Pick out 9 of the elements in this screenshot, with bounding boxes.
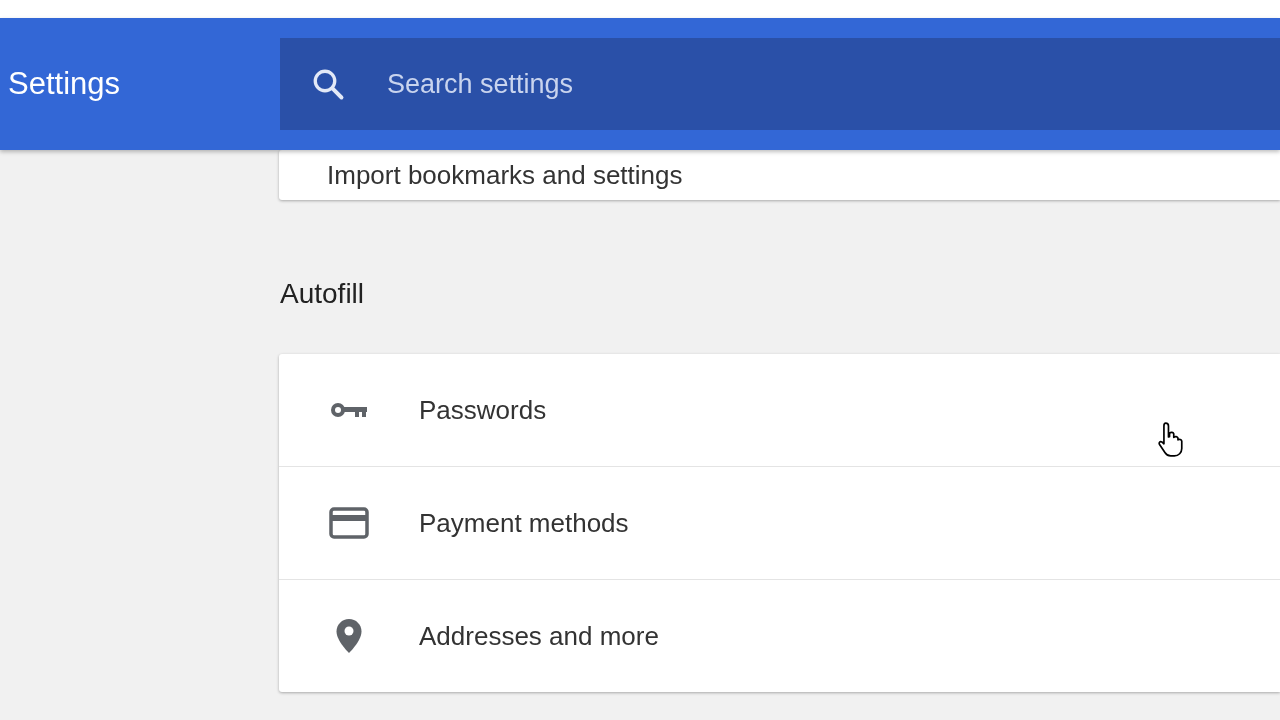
settings-row[interactable]: Passwords	[419, 394, 547, 426]
page-title: Settings	[7, 66, 121, 102]
settings-row[interactable]: Payment methods	[419, 507, 629, 539]
settings-row[interactable]: Import bookmarks and settings	[327, 159, 683, 191]
search-field[interactable]: Search settings	[280, 38, 1280, 130]
credit-card-icon	[329, 507, 369, 539]
hand-cursor-icon	[1156, 420, 1186, 458]
settings-row[interactable]: Addresses and more	[419, 620, 659, 652]
section-heading: Autofill	[279, 277, 366, 311]
